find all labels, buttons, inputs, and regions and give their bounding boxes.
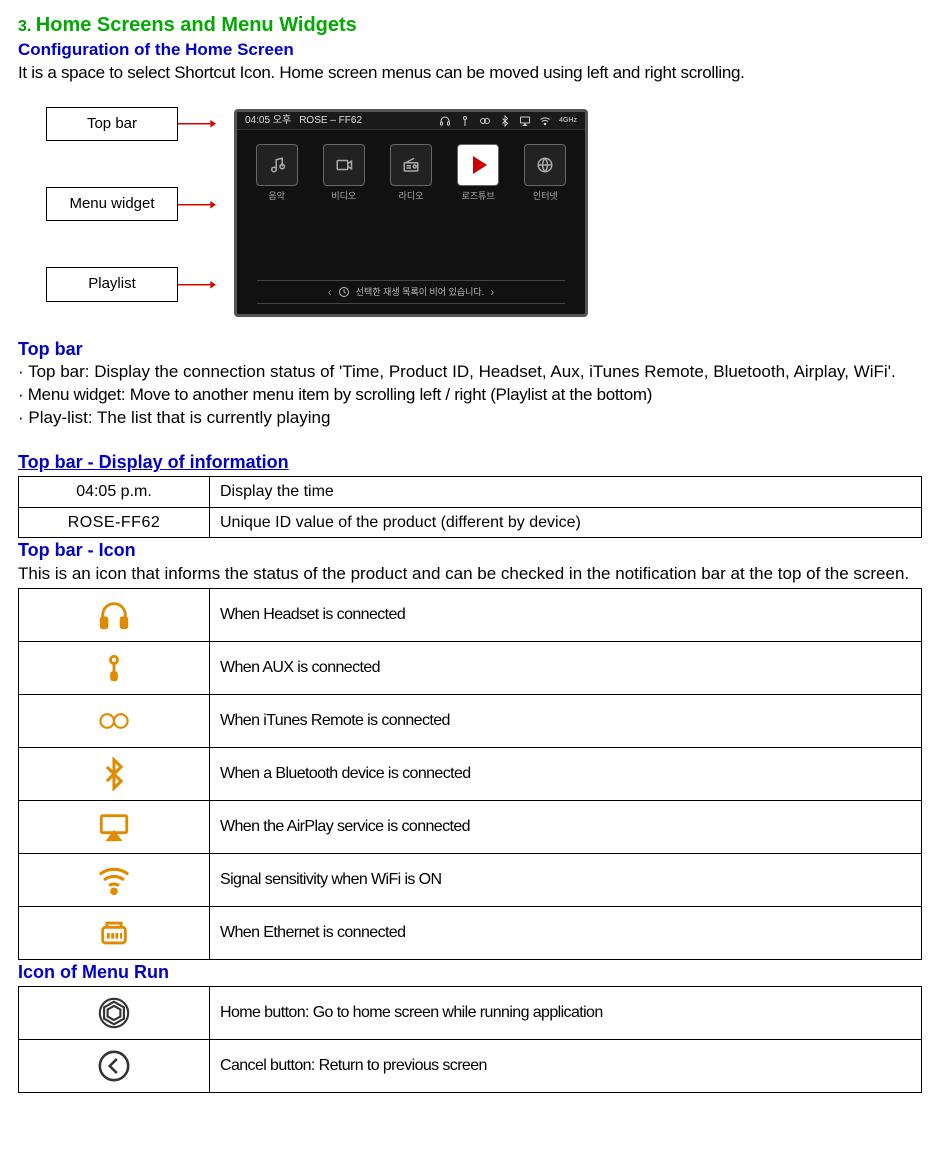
widget-label-1: 비디오 bbox=[331, 190, 356, 202]
icon-row-3-desc: When a Bluetooth device is connected bbox=[210, 747, 922, 800]
bluetooth-icon bbox=[19, 747, 210, 800]
chevron-left-icon: ‹ bbox=[328, 284, 332, 300]
info-table: 04:05 p.m. Display the time ROSE-FF62 Un… bbox=[18, 476, 922, 538]
wifi-icon bbox=[539, 115, 551, 127]
clock-icon bbox=[338, 286, 350, 298]
info-heading: Top bar - Display of information bbox=[18, 450, 922, 474]
label-playlist: Playlist bbox=[46, 267, 178, 301]
bullet-3: · Play-list: The list that is currently … bbox=[18, 407, 922, 430]
icon-row-5-desc: Signal sensitivity when WiFi is ON bbox=[210, 853, 922, 906]
device-mock: 04:05 오후 ROSE – FF62 4GHz 음악 비디오 라디오 로즈튜… bbox=[234, 109, 588, 317]
ethernet-icon bbox=[19, 906, 210, 959]
device-title: ROSE – FF62 bbox=[299, 114, 362, 128]
video-icon bbox=[323, 144, 365, 186]
device-topbar: 04:05 오후 ROSE – FF62 4GHz bbox=[237, 112, 585, 131]
section-header: 3. Home Screens and Menu Widgets bbox=[18, 12, 922, 39]
aux-icon bbox=[459, 115, 471, 127]
bluetooth-icon bbox=[499, 115, 511, 127]
playlist-text: 선택한 재생 목록이 비어 있습니다. bbox=[356, 286, 484, 298]
icon-row-6-desc: When Ethernet is connected bbox=[210, 906, 922, 959]
remote-icon bbox=[479, 115, 491, 127]
device-widgets: 음악 비디오 라디오 로즈튜브 인터넷 bbox=[237, 130, 585, 208]
widget-label-2: 라디오 bbox=[399, 190, 424, 202]
rosetube-icon bbox=[457, 144, 499, 186]
arrow-menu-icon bbox=[178, 200, 216, 210]
radio-icon bbox=[390, 144, 432, 186]
icon-row-0-desc: When Headset is connected bbox=[210, 588, 922, 641]
bullet-2: · Menu widget: Move to another menu item… bbox=[18, 384, 922, 407]
music-icon bbox=[256, 144, 298, 186]
icon-heading: Top bar - Icon bbox=[18, 538, 922, 562]
headset-icon bbox=[19, 588, 210, 641]
menu-row-0-desc: Home button: Go to home screen while run… bbox=[210, 987, 922, 1040]
chevron-right-icon: › bbox=[490, 284, 494, 300]
label-menu-widget: Menu widget bbox=[46, 187, 178, 221]
config-heading: Configuration of the Home Screen bbox=[18, 39, 922, 62]
menu-run-table: Home button: Go to home screen while run… bbox=[18, 986, 922, 1093]
widget-label-4: 인터넷 bbox=[533, 190, 558, 202]
section-number: 3. bbox=[18, 18, 31, 35]
wifi-icon bbox=[19, 853, 210, 906]
remote-icon bbox=[19, 694, 210, 747]
device-wifi-label: 4GHz bbox=[559, 116, 577, 125]
intro-text: It is a space to select Shortcut Icon. H… bbox=[18, 62, 922, 85]
arrow-topbar-icon bbox=[178, 119, 216, 129]
icon-row-4-desc: When the AirPlay service is connected bbox=[210, 800, 922, 853]
bullet-1: · Top bar: Display the connection status… bbox=[18, 361, 922, 384]
widget-label-3: 로즈튜브 bbox=[462, 190, 495, 202]
airplay-icon bbox=[519, 115, 531, 127]
menu-row-1-desc: Cancel button: Return to previous screen bbox=[210, 1040, 922, 1093]
icon-row-2-desc: When iTunes Remote is connected bbox=[210, 694, 922, 747]
arrow-playlist-icon bbox=[178, 280, 216, 290]
section-title: Home Screens and Menu Widgets bbox=[36, 14, 357, 36]
cancel-button-icon bbox=[19, 1040, 210, 1093]
device-time: 04:05 오후 bbox=[245, 114, 291, 128]
widget-label-0: 음악 bbox=[268, 190, 285, 202]
diagram: Top bar Menu widget Playlist 04:05 오후 RO… bbox=[46, 109, 922, 317]
info-row-0-desc: Display the time bbox=[210, 477, 922, 508]
internet-icon bbox=[524, 144, 566, 186]
menu-run-heading: Icon of Menu Run bbox=[18, 960, 922, 984]
info-row-0-label: 04:05 p.m. bbox=[19, 477, 210, 508]
aux-icon bbox=[19, 641, 210, 694]
icon-row-1-desc: When AUX is connected bbox=[210, 641, 922, 694]
airplay-icon bbox=[19, 800, 210, 853]
icon-table: When Headset is connected When AUX is co… bbox=[18, 588, 922, 960]
device-playlist: ‹ 선택한 재생 목록이 비어 있습니다. › bbox=[257, 280, 565, 304]
info-row-1-desc: Unique ID value of the product (differen… bbox=[210, 507, 922, 538]
info-row-1-label: ROSE-FF62 bbox=[19, 507, 210, 538]
label-topbar: Top bar bbox=[46, 107, 178, 141]
home-button-icon bbox=[19, 987, 210, 1040]
icon-intro: This is an icon that informs the status … bbox=[18, 563, 922, 586]
headset-icon bbox=[439, 115, 451, 127]
topbar-heading: Top bar bbox=[18, 337, 922, 361]
